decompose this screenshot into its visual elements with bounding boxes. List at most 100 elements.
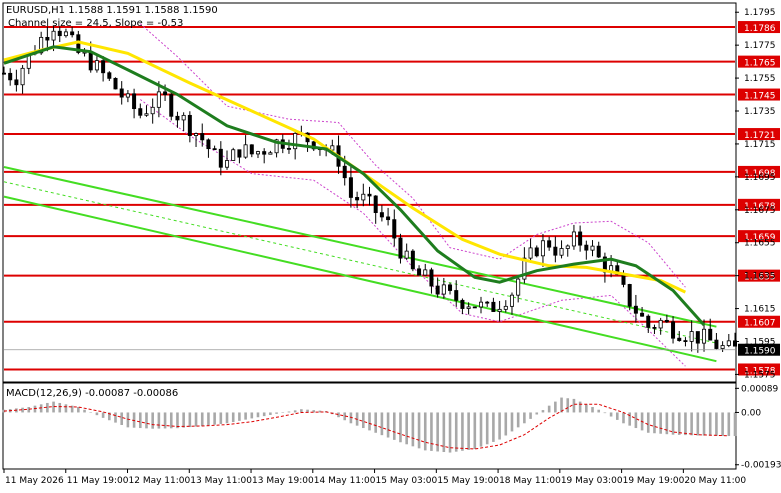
candle-body-23 <box>144 113 149 116</box>
candle-body-75 <box>466 306 471 309</box>
candle-body-32 <box>200 133 205 141</box>
macd-bar-59 <box>368 412 371 431</box>
macd-bar-46 <box>287 411 291 413</box>
macd-bar-115 <box>715 412 718 436</box>
macd-bar-73 <box>454 412 458 452</box>
macd-bar-31 <box>194 412 198 427</box>
macd-bar-118 <box>733 412 737 437</box>
candle-body-92 <box>571 231 576 247</box>
macd-bar-116 <box>721 412 724 436</box>
macd-bar-58 <box>362 412 365 429</box>
macd-bar-65 <box>405 412 408 445</box>
price-tick-label-4: 1.1715 <box>744 140 776 150</box>
macd-bar-35 <box>219 412 223 424</box>
candle-body-91 <box>565 245 570 249</box>
macd-bar-60 <box>374 412 377 433</box>
macd-bar-34 <box>213 412 216 425</box>
candle-body-63 <box>392 219 397 239</box>
candle-body-95 <box>590 245 595 251</box>
macd-bar-16 <box>101 412 105 418</box>
macd-bar-102 <box>634 412 638 429</box>
candle-body-14 <box>88 51 93 71</box>
macd-bar-70 <box>436 412 439 452</box>
candle-body-79 <box>491 301 496 312</box>
macd-bar-93 <box>578 401 582 413</box>
time-tick-label-5: 14 May 11:00 <box>314 476 376 486</box>
macd-bar-86 <box>535 412 539 415</box>
candle-body-56 <box>348 177 353 198</box>
macd-bar-26 <box>163 412 167 429</box>
candle-body-73 <box>454 290 459 301</box>
candle-body-25 <box>156 91 161 108</box>
macd-bar-67 <box>417 412 421 449</box>
macd-bar-100 <box>622 412 625 424</box>
candle-body-101 <box>627 284 632 307</box>
candle-body-64 <box>398 237 403 259</box>
candle-body-59 <box>367 193 372 197</box>
macd-bar-29 <box>182 412 185 428</box>
macd-bar-82 <box>510 412 514 432</box>
candle-body-26 <box>163 91 168 95</box>
candle-body-86 <box>534 247 539 257</box>
price-tick-label-9: 1.1615 <box>744 305 776 315</box>
macd-bar-75 <box>467 412 470 450</box>
macd-bar-113 <box>702 412 706 436</box>
candle-body-21 <box>132 93 137 110</box>
macd-bar-107 <box>665 412 669 435</box>
macd-bar-66 <box>411 412 415 447</box>
macd-bar-15 <box>95 412 99 416</box>
time-tick-label-9: 19 May 03:00 <box>561 476 623 486</box>
macd-bar-83 <box>516 412 520 428</box>
candle-body-70 <box>435 285 440 295</box>
time-tick-label-1: 11 May 19:00 <box>67 476 129 486</box>
macd-bar-106 <box>659 412 662 434</box>
macd-bar-101 <box>628 412 631 426</box>
candle-body-110 <box>683 340 688 342</box>
chart-window: 1.1786 1.1765 1.1745 1.1721 1.1698 1.1678 1.16… <box>0 0 781 489</box>
macd-bar-36 <box>225 412 229 424</box>
macd-bar-76 <box>473 412 477 450</box>
macd-bar-9 <box>58 402 62 413</box>
level-label-8: 1.1607 <box>744 319 776 329</box>
macd-bar-4 <box>27 407 31 413</box>
candle-body-114 <box>708 328 713 341</box>
candle-body-116 <box>720 345 725 349</box>
time-tick-label-10: 19 May 19:00 <box>623 476 685 486</box>
macd-bar-96 <box>597 409 601 413</box>
candle-body-62 <box>386 216 391 221</box>
candle-body-89 <box>553 246 558 256</box>
macd-bar-117 <box>727 412 731 437</box>
macd-bar-110 <box>684 412 687 436</box>
candle-body-113 <box>702 328 707 344</box>
candle-body-37 <box>231 149 236 161</box>
macd-bar-114 <box>708 412 712 436</box>
chart-canvas: 1.17861.17651.17451.17211.16981.16781.16… <box>2 2 781 486</box>
candle-body-20 <box>125 93 130 98</box>
candle-body-71 <box>441 284 446 295</box>
candle-body-8 <box>51 30 56 41</box>
macd-bar-72 <box>448 412 452 453</box>
candle-body-19 <box>119 88 124 98</box>
price-tick-label-6: 1.1675 <box>744 206 776 216</box>
candle-body-42 <box>262 151 267 155</box>
macd-bar-12 <box>77 407 80 413</box>
macd-bar-105 <box>653 412 656 434</box>
macd-label: MACD(12,26,9) -0.00087 -0.00086 <box>6 388 178 399</box>
macd-bar-91 <box>566 398 570 413</box>
candle-body-10 <box>63 31 68 37</box>
time-tick-label-11: 20 May 11:00 <box>684 476 746 486</box>
candle-body-96 <box>596 245 601 258</box>
candle-body-112 <box>695 331 700 344</box>
candle-body-88 <box>547 240 552 248</box>
candle-body-24 <box>150 106 155 115</box>
macd-bar-30 <box>188 412 192 428</box>
candle-body-3 <box>20 67 25 86</box>
price-tick-label-3: 1.1735 <box>744 107 776 117</box>
candle-body-15 <box>94 60 99 71</box>
macd-bar-32 <box>200 412 204 426</box>
macd-bar-37 <box>231 412 235 423</box>
time-tick-label-8: 18 May 11:00 <box>499 476 561 486</box>
macd-bar-38 <box>238 412 241 421</box>
macd-tick-label-2: -0.00193 <box>741 461 781 471</box>
macd-bar-8 <box>52 401 55 413</box>
